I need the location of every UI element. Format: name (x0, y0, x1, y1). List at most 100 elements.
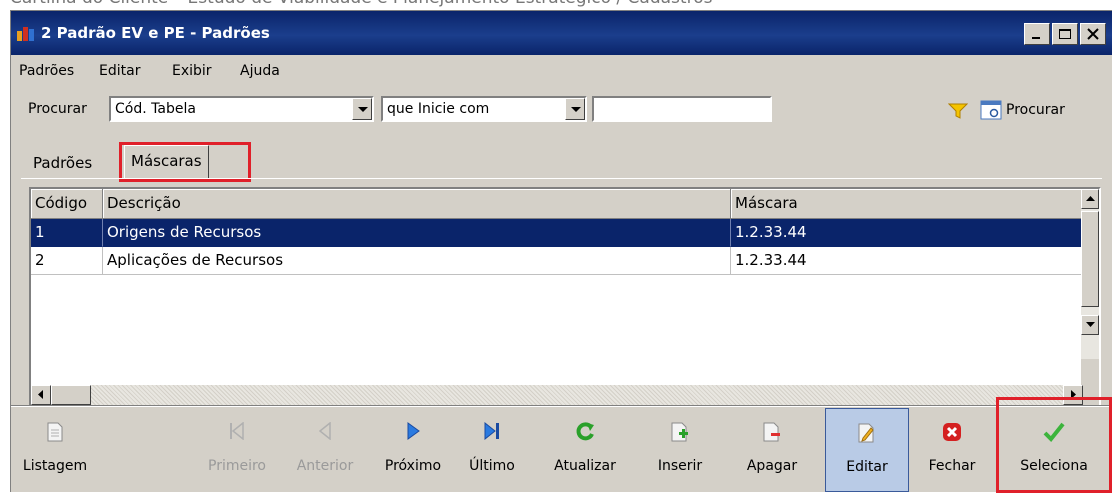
primeiro-label: Primeiro (208, 458, 266, 474)
tab-padroes-label: Padrões (33, 154, 93, 172)
refresh-icon (576, 422, 594, 441)
filter-icon[interactable] (948, 103, 968, 119)
arrow-up-icon (1086, 196, 1095, 201)
table-row[interactable]: 2 Aplicações de Recursos 1.2.33.44 (31, 247, 1083, 275)
tab-padroes[interactable]: Padrões (29, 149, 96, 177)
seleciona-button[interactable]: Seleciona (1005, 408, 1103, 492)
search-window-icon (980, 100, 1002, 120)
seleciona-label: Seleciona (1020, 458, 1088, 474)
close-icon (943, 423, 961, 441)
search-button-label: Procurar (1006, 102, 1065, 118)
anterior-button[interactable]: Anterior (293, 408, 357, 492)
close-window-button[interactable] (1080, 23, 1106, 45)
vertical-scroll-thumb[interactable] (1081, 211, 1099, 307)
document-header: Cartilha do Cliente – Estudo de Viabilid… (0, 0, 1112, 10)
window-controls (1024, 23, 1106, 45)
apagar-button[interactable]: Apagar (737, 408, 807, 492)
maximize-icon (1059, 29, 1071, 39)
cell-mascara: 1.2.33.44 (731, 219, 1083, 247)
scroll-down-button[interactable] (1081, 315, 1099, 335)
close-window-icon (1087, 28, 1099, 40)
scroll-up-button[interactable] (1081, 189, 1099, 209)
vertical-scrollbar[interactable] (1081, 189, 1099, 361)
search-operator-select[interactable]: que Inicie com (381, 96, 587, 122)
scrollbar-corner (1081, 359, 1099, 405)
delete-icon (763, 422, 780, 442)
app-icon (17, 27, 34, 41)
arrow-down-icon (1086, 322, 1095, 327)
search-field-dropdown-button[interactable] (352, 98, 372, 120)
primeiro-button[interactable]: Primeiro (207, 408, 267, 492)
listagem-button[interactable]: Listagem (13, 408, 97, 492)
apagar-label: Apagar (746, 458, 798, 474)
column-header-descricao[interactable]: Descrição (103, 189, 731, 219)
tab-strip: Padrões Máscaras (11, 143, 1112, 179)
column-header-codigo[interactable]: Código (31, 189, 103, 219)
inserir-button[interactable]: Inserir (647, 408, 713, 492)
column-header-mascara[interactable]: Máscara (731, 189, 1083, 219)
maximize-button[interactable] (1052, 23, 1078, 45)
search-bar: Procurar Cód. Tabela que Inicie com Proc… (11, 89, 1112, 129)
cell-mascara: 1.2.33.44 (731, 247, 1083, 275)
search-input[interactable] (592, 96, 772, 122)
tab-mascaras[interactable]: Máscaras (124, 145, 209, 179)
listagem-label: Listagem (22, 458, 88, 474)
menu-editar[interactable]: Editar (99, 63, 140, 79)
minimize-button[interactable] (1024, 23, 1050, 45)
tab-panel-border (21, 178, 1102, 179)
app-window: 2 Padrão EV e PE - Padrões Padrões Edita… (10, 10, 1112, 493)
scroll-left-button[interactable] (31, 385, 51, 405)
atualizar-label: Atualizar (554, 458, 616, 474)
search-operator-value: que Inicie com (387, 101, 490, 117)
atualizar-button[interactable]: Atualizar (545, 408, 625, 492)
document-icon (47, 422, 63, 442)
ultimo-button[interactable]: Último (459, 408, 525, 492)
search-field-select[interactable]: Cód. Tabela (109, 96, 374, 122)
scroll-right-button[interactable] (1063, 385, 1083, 405)
horizontal-scrollbar[interactable] (31, 385, 1083, 405)
cell-codigo: 2 (31, 247, 103, 275)
fechar-button[interactable]: Fechar (915, 408, 989, 492)
masks-grid: Código Descrição Máscara 1 Origens de Re… (29, 187, 1101, 407)
proximo-label: Próximo (384, 458, 442, 474)
tab-mascaras-label: Máscaras (131, 152, 202, 170)
search-button[interactable]: Procurar (980, 98, 1065, 122)
search-operator-dropdown-button[interactable] (565, 98, 585, 120)
window-title: 2 Padrão EV e PE - Padrões (41, 24, 270, 42)
anterior-label: Anterior (296, 458, 354, 474)
previous-icon (318, 422, 331, 440)
edit-icon (858, 423, 874, 443)
chevron-down-icon (358, 107, 368, 112)
editar-button[interactable]: Editar (825, 408, 909, 492)
cell-codigo: 1 (31, 219, 103, 247)
insert-icon (671, 422, 688, 442)
title-bar[interactable]: 2 Padrão EV e PE - Padrões (11, 11, 1112, 55)
last-icon (484, 422, 499, 440)
horizontal-scroll-thumb[interactable] (51, 385, 91, 405)
menu-ajuda[interactable]: Ajuda (240, 63, 280, 79)
cell-descricao: Aplicações de Recursos (103, 247, 731, 275)
search-field-value: Cód. Tabela (115, 101, 196, 117)
cell-descricao: Origens de Recursos (103, 219, 731, 247)
inserir-label: Inserir (657, 458, 703, 474)
table-row[interactable]: 1 Origens de Recursos 1.2.33.44 (31, 219, 1083, 247)
toolbar-separator (11, 405, 1112, 407)
minimize-icon (1032, 37, 1040, 39)
menu-bar: Padrões Editar Exibir Ajuda (11, 57, 1112, 87)
arrow-right-icon (1071, 390, 1076, 399)
next-icon (407, 422, 420, 440)
fechar-label: Fechar (928, 458, 976, 474)
check-icon (1043, 422, 1065, 442)
chevron-down-icon (571, 107, 581, 112)
first-icon (230, 422, 244, 440)
ultimo-label: Último (469, 458, 515, 474)
action-toolbar: Listagem Primeiro Anterior Próximo Últim… (11, 408, 1112, 493)
editar-label: Editar (846, 459, 888, 475)
menu-exibir[interactable]: Exibir (172, 63, 212, 79)
grid-header: Código Descrição Máscara (31, 189, 1083, 219)
menu-padroes[interactable]: Padrões (19, 63, 74, 79)
search-label: Procurar (28, 101, 87, 117)
arrow-left-icon (38, 390, 43, 399)
document-header-text: Cartilha do Cliente – Estudo de Viabilid… (10, 0, 712, 8)
proximo-button[interactable]: Próximo (377, 408, 449, 492)
